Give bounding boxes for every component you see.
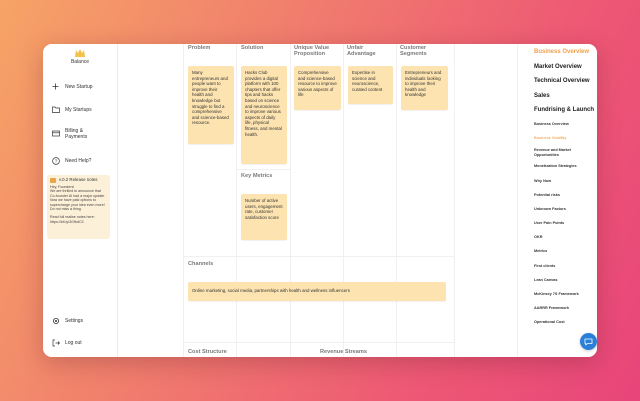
subsection-lean-canvas[interactable]: Lean Canvas <box>534 278 557 283</box>
section-technical-overview[interactable]: Technical Overview <box>534 78 590 84</box>
release-notes-title: v.0.2 Release notes <box>50 177 107 183</box>
solution-note[interactable]: Hacks Club provides a digital platform w… <box>241 66 287 164</box>
divider <box>183 342 454 343</box>
gift-icon <box>50 178 56 183</box>
sidebar-item-my-startups[interactable]: My Startups <box>51 105 92 114</box>
subsection-revenue-market[interactable]: Revenue and Market Opportunities <box>534 148 571 157</box>
release-notes-footer[interactable]: Read full realise notes here: https://bi… <box>50 215 107 224</box>
folder-icon <box>51 105 60 114</box>
plus-icon <box>51 82 60 91</box>
unfair-advantage-note[interactable]: Expertise in science and neuroscience, c… <box>348 66 393 104</box>
section-sales[interactable]: Sales <box>534 93 550 99</box>
sidebar-item-label: Settings <box>65 317 84 324</box>
channels-heading: Channels <box>188 261 214 267</box>
sidebar-item-label: Need Help? <box>65 157 92 164</box>
cost-structure-heading: Cost Structure <box>188 349 227 355</box>
column-divider <box>396 44 397 357</box>
subsection-metrics[interactable]: Metrics <box>534 249 547 254</box>
subsection-potential-risks[interactable]: Potential risks <box>534 193 560 198</box>
section-navigation: Business Overview Market Overview Techni… <box>517 44 597 357</box>
subsection-aarrr[interactable]: AARRR Framework <box>534 306 569 311</box>
subsection-mckinsey-7s[interactable]: McKinsey 7S Framework <box>534 292 579 297</box>
app-window: Balance New Startup My Startups Billing … <box>43 44 597 357</box>
logo-text: Balance <box>70 59 90 65</box>
subsection-user-pain-points[interactable]: User Pain Points <box>534 221 564 226</box>
column-divider <box>343 44 344 357</box>
problem-note[interactable]: Many entrepreneurs and people want to im… <box>188 66 234 144</box>
sidebar: Balance New Startup My Startups Billing … <box>43 44 118 357</box>
sidebar-item-label: My Startups <box>65 106 92 113</box>
customer-segments-note[interactable]: Entrepreneurs and individuals looking to… <box>401 66 448 110</box>
logout-icon <box>51 338 60 347</box>
release-notes-title-text: v.0.2 Release notes <box>59 177 98 183</box>
solution-heading: Solution <box>241 45 264 51</box>
logo[interactable]: Balance <box>43 48 117 65</box>
chat-button[interactable] <box>580 333 597 350</box>
key-metrics-note[interactable]: Number of active users, engagement rate,… <box>241 194 287 240</box>
column-divider <box>454 44 455 357</box>
key-metrics-heading: Key Metrics <box>241 173 273 179</box>
uvp-heading: Unique Value Proposition <box>294 45 330 58</box>
column-divider <box>183 44 184 357</box>
uvp-note[interactable]: Comprehensive and science-based resource… <box>294 66 341 110</box>
gear-icon <box>51 316 60 325</box>
subsection-first-clients[interactable]: First clients <box>534 264 555 269</box>
subsection-monetization[interactable]: Monetization Strategies <box>534 164 577 169</box>
revenue-streams-heading: Revenue Streams <box>320 349 367 355</box>
subsection-why-now[interactable]: Why Now <box>534 179 551 184</box>
section-fundrising-launch[interactable]: Fundrising & Launch <box>534 107 594 113</box>
divider <box>236 169 290 170</box>
svg-text:?: ? <box>54 158 57 163</box>
column-divider <box>236 44 237 357</box>
sidebar-item-help[interactable]: ? Need Help? <box>51 156 91 165</box>
subsection-business-overview[interactable]: Business Overview <box>534 122 569 127</box>
subsection-operational-cost[interactable]: Operational Cost <box>534 320 565 325</box>
problem-heading: Problem <box>188 45 211 51</box>
subsection-business-viability[interactable]: Business Viability <box>534 136 566 141</box>
help-icon: ? <box>51 156 60 165</box>
sidebar-item-billing[interactable]: Billing & Payments <box>51 128 88 140</box>
channels-note[interactable]: Online marketing, social media, partners… <box>188 282 446 301</box>
sidebar-item-label: Billing & Payments <box>65 128 88 140</box>
logo-icon <box>75 49 85 57</box>
lean-canvas: Problem Solution Unique Value Propositio… <box>118 44 517 357</box>
release-notes-body: Hey, Founders! We are thrilled to announ… <box>50 185 106 212</box>
sidebar-item-new-startup[interactable]: New Startup <box>51 82 93 91</box>
section-market-overview[interactable]: Market Overview <box>534 64 582 70</box>
chat-bubble-icon <box>584 338 593 345</box>
subsection-unknown-factors[interactable]: Unknown Factors <box>534 207 566 212</box>
sidebar-item-label: New Startup <box>65 83 93 90</box>
divider <box>183 256 454 257</box>
sidebar-item-logout[interactable]: Log out <box>51 338 82 347</box>
card-icon <box>51 129 60 138</box>
subsection-okr[interactable]: OKR <box>534 235 542 240</box>
section-business-overview[interactable]: Business Overview <box>534 49 589 55</box>
customer-segments-heading: Customer Segments <box>400 45 427 58</box>
sidebar-item-label: Log out <box>65 339 82 346</box>
unfair-advantage-heading: Unfair Advantage <box>347 45 376 58</box>
release-notes-card[interactable]: v.0.2 Release notes Hey, Founders! We ar… <box>47 175 110 239</box>
sidebar-item-settings[interactable]: Settings <box>51 316 83 325</box>
column-divider <box>290 44 291 357</box>
